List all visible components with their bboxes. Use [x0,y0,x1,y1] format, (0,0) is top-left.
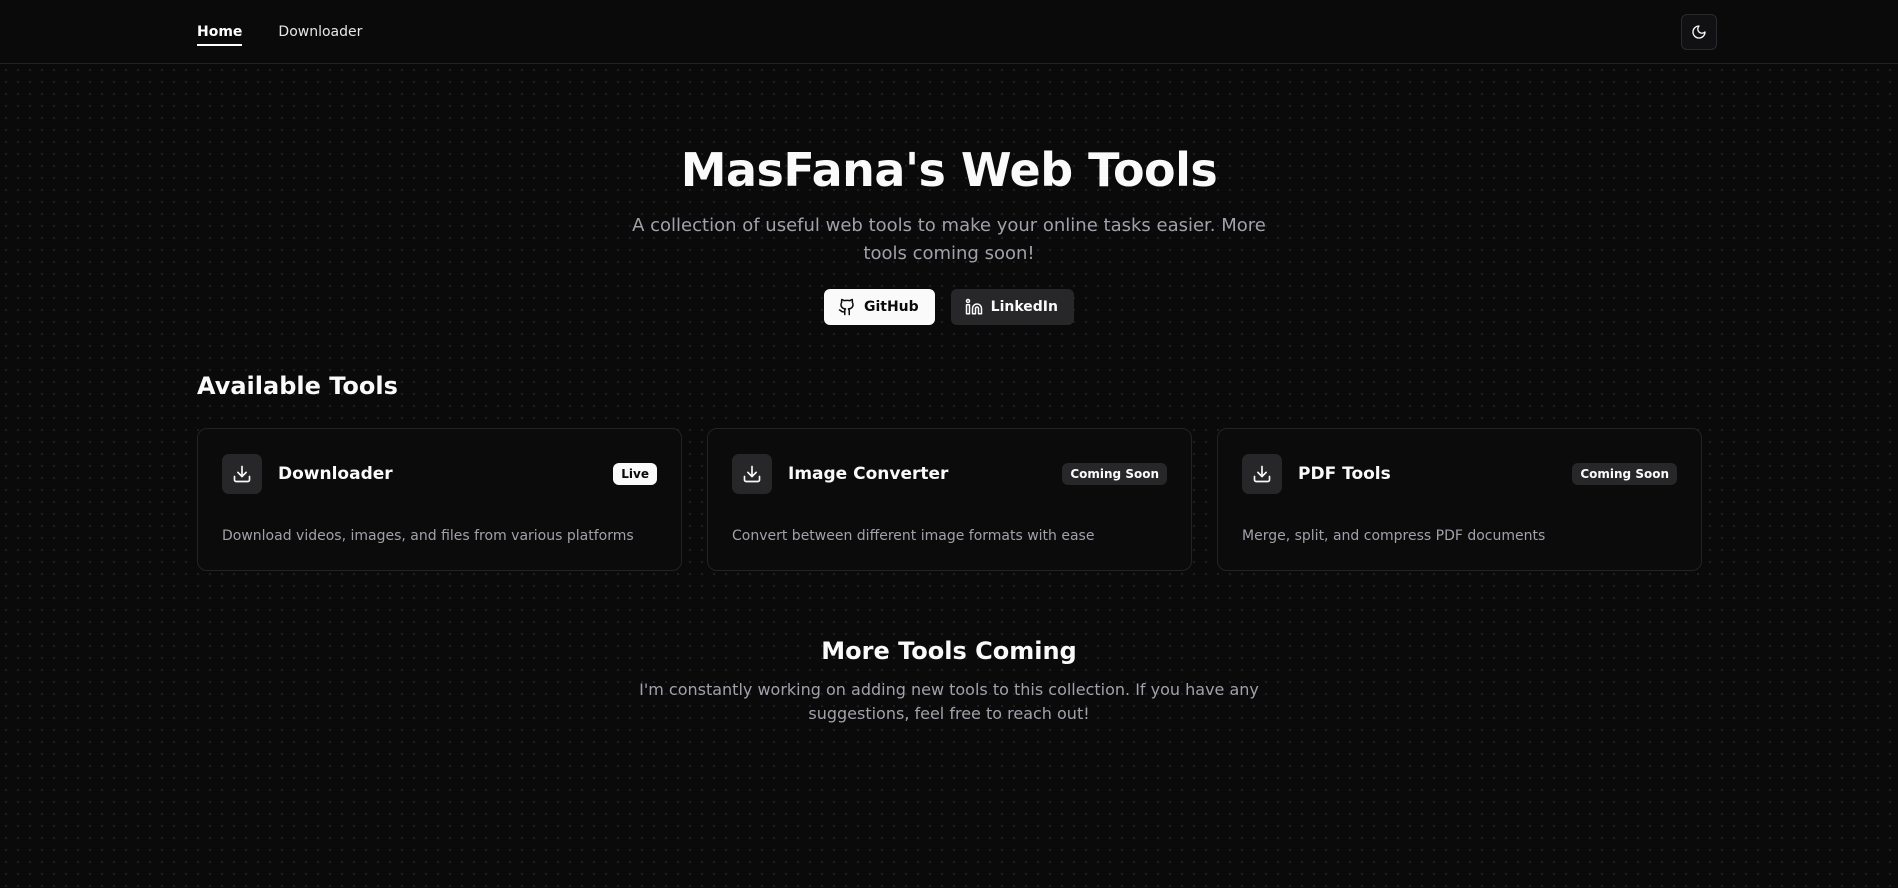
tool-card-description: Download videos, images, and files from … [222,528,634,544]
linkedin-button[interactable]: LinkedIn [950,289,1074,325]
status-badge: Coming Soon [1572,463,1677,485]
status-badge: Coming Soon [1062,463,1167,485]
tool-card-description: Convert between different image formats … [732,528,1095,544]
theme-toggle-button[interactable] [1681,14,1717,50]
tool-card-downloader[interactable]: Downloader Live Download videos, images,… [197,428,682,571]
download-icon [1242,454,1282,494]
tool-card-title: Downloader [278,464,393,484]
download-icon [222,454,262,494]
linkedin-icon [965,298,983,316]
tool-card-image-converter[interactable]: Image Converter Coming Soon Convert betw… [707,428,1192,571]
github-icon [838,298,856,316]
more-tools-heading: More Tools Coming [821,637,1077,665]
status-badge: Live [613,463,657,485]
page: Home Downloader MasFana's Web Tools A co… [0,0,1898,888]
more-tools-text: I'm constantly working on adding new too… [639,680,1259,723]
tool-card-title: PDF Tools [1298,464,1391,484]
page-subtitle: A collection of useful web tools to make… [632,215,1266,264]
more-tools-section: More Tools Coming I'm constantly working… [0,634,1898,726]
tool-cards: Downloader Live Download videos, images,… [197,428,1702,571]
tool-card-title: Image Converter [788,464,949,484]
social-links: GitHub LinkedIn [0,289,1898,325]
nav-link-home[interactable]: Home [197,18,243,46]
hero-section: MasFana's Web Tools A collection of usef… [0,138,1898,268]
page-title: MasFana's Web Tools [680,143,1218,197]
download-icon [732,454,772,494]
linkedin-button-label: LinkedIn [990,299,1058,315]
top-nav-bar: Home Downloader [0,0,1898,64]
main-nav: Home Downloader [197,0,362,64]
github-button-label: GitHub [863,299,919,315]
github-button[interactable]: GitHub [823,289,935,325]
available-tools-heading: Available Tools [197,372,398,400]
tool-card-pdf-tools[interactable]: PDF Tools Coming Soon Merge, split, and … [1217,428,1702,571]
tool-card-description: Merge, split, and compress PDF documents [1242,528,1546,544]
moon-icon [1691,24,1707,40]
nav-link-downloader[interactable]: Downloader [278,18,362,46]
